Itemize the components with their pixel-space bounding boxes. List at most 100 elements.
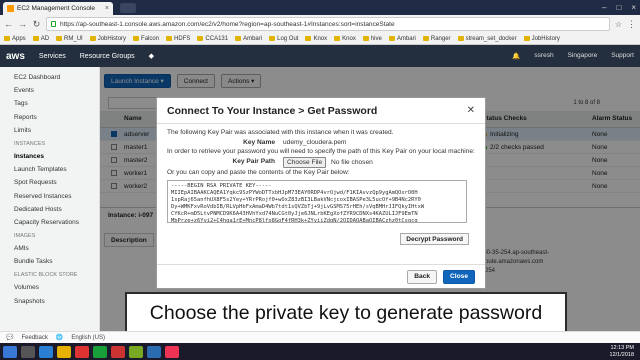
forward-arrow-icon[interactable]: →	[18, 19, 27, 29]
bookmark-icon	[197, 36, 204, 41]
bookmark-icon	[334, 36, 341, 41]
pin-icon[interactable]: ◆	[149, 52, 154, 60]
no-file-text: No file chosen	[331, 158, 373, 166]
bookmark-icon	[305, 36, 312, 41]
bookmark-item[interactable]: Knox	[334, 36, 356, 42]
app-icon[interactable]	[111, 345, 125, 358]
recorder-icon[interactable]	[165, 345, 179, 358]
new-tab-button[interactable]	[120, 3, 136, 13]
language-selector[interactable]: English (US)	[71, 335, 105, 341]
bookmark-icon	[235, 36, 242, 41]
bookmarks-bar: Apps AD RM_UI JobHistory Falcon HDFS CCA131 Amb…	[0, 33, 640, 45]
bookmark-icon	[422, 36, 429, 41]
aws-logo[interactable]: aws	[6, 51, 25, 62]
maximize-icon[interactable]: □	[616, 3, 621, 12]
url-text: https://ap-southeast-1.console.aws.amazo…	[60, 20, 395, 28]
sidebar-item-capacity-reservations[interactable]: Capacity Reservations	[0, 216, 99, 229]
user-menu[interactable]: ssresh	[534, 52, 553, 60]
browser-titlebar: EC2 Management Console × – □ ×	[0, 0, 640, 15]
bookmark-item[interactable]: HDFS	[166, 36, 190, 42]
dialog-line-1: The following Key Pair was associated wi…	[167, 129, 394, 136]
file-explorer-icon[interactable]	[57, 345, 71, 358]
bookmark-item[interactable]: AD	[32, 36, 49, 42]
sidebar-item-volumes[interactable]: Volumes	[0, 281, 99, 294]
bookmark-star-icon[interactable]: ☆	[615, 20, 622, 29]
sidebar-item-amis[interactable]: AMIs	[0, 242, 99, 255]
bookmark-item[interactable]: stream_set_docker	[457, 36, 517, 42]
services-menu[interactable]: Services	[39, 53, 66, 60]
sidebar-item-instances[interactable]: Instances	[0, 150, 99, 163]
key-pair-textarea[interactable]: -----BEGIN RSA PRIVATE KEY----- MIIEpAIB…	[167, 179, 467, 223]
aws-footer: 💬 Feedback 🌐 English (US)	[0, 331, 640, 343]
dialog-footer: Back Close	[157, 264, 485, 288]
edge-icon[interactable]	[39, 345, 53, 358]
region-menu[interactable]: Singapore	[568, 52, 598, 60]
choose-file-button[interactable]: Choose File	[283, 156, 327, 168]
back-button[interactable]: Back	[407, 269, 438, 284]
sidebar-item-bundle-tasks[interactable]: Bundle Tasks	[0, 255, 99, 268]
key-path-row: Key Pair Path Choose File No file chosen	[167, 156, 475, 168]
bookmark-item[interactable]: Ambari	[235, 36, 262, 42]
sidebar-head-ebs: ELASTIC BLOCK STORE	[14, 272, 78, 279]
support-menu[interactable]: Support	[611, 52, 634, 60]
url-input[interactable]: https://ap-southeast-1.console.aws.amazo…	[46, 17, 610, 31]
start-icon[interactable]	[3, 345, 17, 358]
dialog-line-3: Or you can copy and paste the contents o…	[167, 169, 350, 176]
back-arrow-icon[interactable]: ←	[4, 19, 13, 29]
sidebar-item-spot-requests[interactable]: Spot Requests	[0, 176, 99, 189]
task-view-icon[interactable]	[21, 345, 35, 358]
bookmark-item[interactable]: Ambari	[388, 36, 416, 42]
dialog-close-icon[interactable]: ✕	[467, 105, 475, 116]
window-close-icon[interactable]: ×	[631, 3, 636, 12]
browser-tab[interactable]: EC2 Management Console ×	[3, 2, 113, 15]
sidebar-item-limits[interactable]: Limits	[0, 124, 99, 137]
feedback-icon: 💬	[6, 335, 14, 341]
bell-icon[interactable]: 🔔	[512, 52, 520, 60]
bookmark-item[interactable]: JobHistory	[523, 36, 560, 42]
minimize-icon[interactable]: –	[602, 3, 606, 12]
get-password-dialog: Connect To Your Instance > Get Password …	[156, 97, 486, 289]
sidebar-item-events[interactable]: Events	[0, 84, 99, 97]
ec2-sidebar: EC2 Dashboard Events Tags Reports Limits INS…	[0, 67, 100, 331]
bookmark-icon	[269, 36, 276, 41]
bookmark-item[interactable]: JobHistory	[89, 36, 126, 42]
apps-icon	[4, 36, 10, 41]
feedback-link[interactable]: Feedback	[21, 335, 47, 341]
close-button[interactable]: Close	[443, 269, 475, 284]
sidebar-item-ec2-dashboard[interactable]: EC2 Dashboard	[0, 71, 99, 84]
menu-icon[interactable]: ⋮	[627, 19, 636, 30]
bookmark-item[interactable]: Log Out	[269, 36, 298, 42]
tab-close-icon[interactable]: ×	[105, 5, 109, 12]
resource-groups-menu[interactable]: Resource Groups	[80, 53, 135, 60]
bookmark-item[interactable]: hive	[362, 36, 382, 42]
bookmark-item[interactable]: Ranger	[422, 36, 451, 42]
chrome-icon[interactable]	[93, 345, 107, 358]
bookmark-item[interactable]: Apps	[4, 36, 26, 42]
putty-icon[interactable]	[129, 345, 143, 358]
bookmark-icon	[523, 36, 530, 41]
sidebar-item-dedicated-hosts[interactable]: Dedicated Hosts	[0, 203, 99, 216]
sidebar-item-reserved-instances[interactable]: Reserved Instances	[0, 190, 99, 203]
key-name-label: Key Name	[243, 138, 275, 146]
aws-header: aws Services Resource Groups ◆ 🔔 ssresh …	[0, 45, 640, 67]
sidebar-head-images: IMAGES	[14, 233, 36, 240]
sidebar-item-reports[interactable]: Reports	[0, 111, 99, 124]
bookmark-item[interactable]: Falcon	[133, 36, 159, 42]
address-bar: ← → ↻ https://ap-southeast-1.console.aws…	[0, 15, 640, 33]
bookmark-item[interactable]: Knox	[305, 36, 327, 42]
store-icon[interactable]	[75, 345, 89, 358]
bookmark-icon	[362, 36, 369, 41]
vscode-icon[interactable]	[147, 345, 161, 358]
lock-icon	[51, 21, 56, 27]
system-clock[interactable]: 12:13 PM 12/1/2018	[610, 345, 637, 358]
key-path-label: Key Pair Path	[232, 157, 275, 165]
tutorial-caption: Choose the private key to generate passw…	[125, 292, 567, 334]
reload-icon[interactable]: ↻	[32, 19, 41, 30]
window-controls: – □ ×	[602, 3, 636, 12]
bookmark-item[interactable]: CCA131	[197, 36, 228, 42]
sidebar-item-launch-templates[interactable]: Launch Templates	[0, 163, 99, 176]
sidebar-item-snapshots[interactable]: Snapshots	[0, 295, 99, 308]
decrypt-password-button[interactable]: Decrypt Password	[400, 233, 469, 245]
bookmark-item[interactable]: RM_UI	[56, 36, 83, 42]
sidebar-item-tags[interactable]: Tags	[0, 97, 99, 110]
